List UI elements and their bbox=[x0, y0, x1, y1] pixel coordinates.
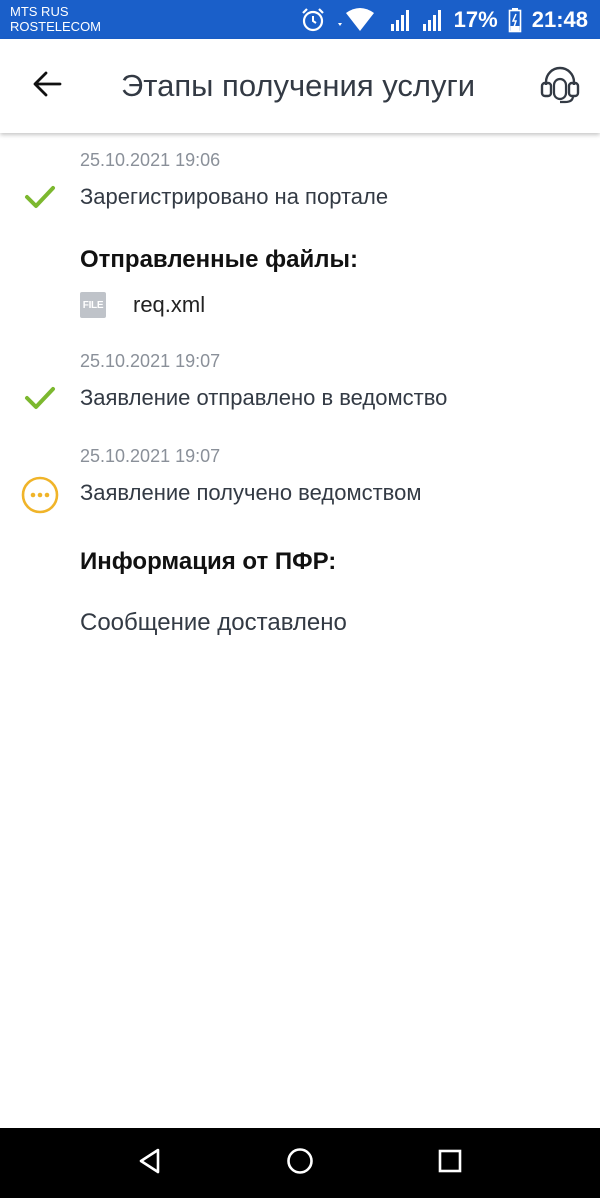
back-button[interactable] bbox=[27, 66, 67, 106]
stage-text: Зарегистрировано на портале bbox=[80, 184, 389, 209]
recents-square-icon bbox=[436, 1147, 464, 1180]
check-icon bbox=[20, 177, 60, 217]
carrier-info: MTS RUS ROSTELECOM bbox=[10, 4, 101, 34]
files-section-title: Отправленные файлы: bbox=[80, 246, 358, 273]
file-name: req.xml bbox=[133, 292, 206, 317]
nav-recents-button[interactable] bbox=[432, 1145, 468, 1181]
clock: 21:48 bbox=[531, 6, 588, 32]
navigation-bar bbox=[0, 1128, 600, 1198]
alarm-icon bbox=[300, 7, 326, 33]
stage-text: Заявление отправлено в ведомство bbox=[80, 385, 448, 410]
check-icon bbox=[20, 378, 60, 418]
support-button[interactable] bbox=[538, 64, 582, 108]
nav-back-button[interactable] bbox=[132, 1145, 168, 1181]
carrier-line-1: MTS RUS bbox=[10, 4, 69, 19]
info-section-title: Информация от ПФР: bbox=[80, 548, 337, 575]
arrow-left-icon bbox=[32, 71, 62, 102]
battery-percent: 17% bbox=[453, 6, 498, 32]
stage-text: Заявление получено ведомством bbox=[80, 480, 422, 505]
nav-home-button[interactable] bbox=[282, 1145, 318, 1181]
stage-date: 25.10.2021 19:06 bbox=[80, 150, 221, 170]
wifi-icon bbox=[336, 7, 380, 33]
page-title: Этапы получения услуги bbox=[121, 68, 476, 103]
file-item[interactable]: FILE req.xml bbox=[80, 292, 205, 318]
app-bar: Этапы получения услуги bbox=[0, 39, 600, 133]
headset-icon bbox=[539, 63, 581, 110]
info-message: Сообщение доставлено bbox=[80, 609, 347, 636]
home-circle-icon bbox=[285, 1146, 315, 1181]
carrier-line-2: ROSTELECOM bbox=[10, 19, 102, 34]
battery-icon bbox=[508, 7, 522, 33]
stage-date: 25.10.2021 19:07 bbox=[80, 446, 221, 466]
file-icon: FILE bbox=[80, 292, 106, 318]
stage-date: 25.10.2021 19:07 bbox=[80, 351, 221, 371]
signal-icon bbox=[422, 8, 444, 32]
more-horizontal-circle-icon bbox=[20, 475, 60, 515]
status-bar: MTS RUS ROSTELECOM 17% 21:48 bbox=[0, 0, 600, 39]
back-triangle-icon bbox=[136, 1147, 164, 1180]
signal-icon bbox=[390, 8, 412, 32]
status-icons: 17% 21:48 bbox=[300, 0, 588, 39]
